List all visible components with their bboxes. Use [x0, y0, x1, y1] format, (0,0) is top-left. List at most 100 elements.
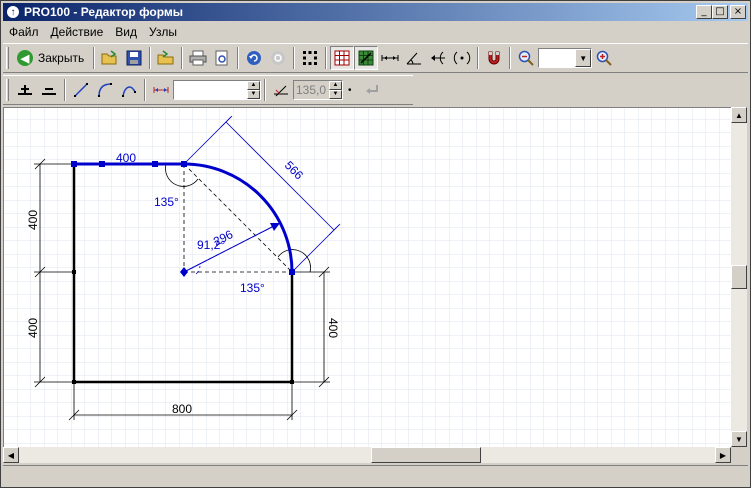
add-node-button[interactable]: [13, 78, 37, 102]
zoom-select[interactable]: ▼: [538, 48, 593, 68]
editor-window: ↑ PRO100 - Редактор формы _ □ × Файл Дей…: [0, 0, 751, 488]
menu-bar: Файл Действие Вид Узлы: [3, 22, 748, 42]
dimension-icon: [381, 55, 399, 61]
node-bottom-right: [290, 380, 294, 384]
grid-icon: [334, 50, 350, 66]
back-arrow-icon: ◀: [17, 50, 33, 66]
angle-tool-button[interactable]: [402, 46, 426, 70]
menu-nodes[interactable]: Узлы: [143, 25, 183, 39]
select-nodes-button[interactable]: [298, 46, 322, 70]
zoom-out-icon: [518, 50, 534, 66]
snap-grid-button[interactable]: [354, 46, 379, 70]
toolbar-grip[interactable]: [6, 47, 9, 69]
arc-angle-icon: [431, 51, 446, 65]
print-preview-button[interactable]: [210, 46, 234, 70]
arc-angle-button[interactable]: [426, 46, 450, 70]
zoom-in-button[interactable]: [592, 46, 616, 70]
length-input[interactable]: ▲ ▼: [173, 80, 261, 100]
window-controls: _ □ ×: [696, 5, 746, 19]
nodes-grid-icon: [303, 51, 318, 65]
chevron-down-icon[interactable]: ▼: [575, 49, 592, 67]
undo-icon: [247, 51, 262, 65]
close-editor-button[interactable]: ◀ Закрыть: [13, 46, 90, 70]
close-window-button[interactable]: ×: [730, 5, 746, 19]
angle-top-label: 135°: [154, 195, 179, 209]
spin-up-icon[interactable]: ▲: [247, 81, 260, 90]
arc-segment-button[interactable]: [93, 78, 117, 102]
open-folder-button[interactable]: [98, 46, 122, 70]
shape-drawing[interactable]: 400 566 400 400 400 800 135° 135° 296 91…: [4, 108, 731, 447]
length-spinner[interactable]: ▲ ▼: [247, 81, 260, 99]
top-edge-label: 400: [116, 151, 136, 165]
enter-arrow-icon: [365, 85, 378, 94]
angle-input[interactable]: ▲▼: [293, 80, 343, 100]
node-arc-end: [289, 269, 295, 275]
undo-button[interactable]: [242, 46, 266, 70]
toolbar-grip[interactable]: [6, 79, 9, 101]
horizontal-scrollbar[interactable]: ◀ ▶: [3, 447, 731, 463]
angle-spinner[interactable]: ▲ ▼: [329, 81, 342, 99]
minimize-button[interactable]: _: [696, 5, 712, 19]
scroll-right-icon[interactable]: ▶: [715, 447, 731, 463]
remove-node-button[interactable]: [37, 78, 61, 102]
save-button[interactable]: [122, 46, 146, 70]
scroll-up-icon[interactable]: ▲: [731, 107, 747, 123]
spin-up-icon[interactable]: ▲: [329, 81, 342, 90]
length-icon: [153, 87, 169, 93]
close-editor-label: Закрыть: [38, 51, 85, 65]
radius-icon: [454, 51, 471, 65]
magnet-icon: [488, 51, 500, 65]
grid-toggle-button[interactable]: [330, 46, 355, 70]
drawing-canvas[interactable]: 400 566 400 400 400 800 135° 135° 296 91…: [3, 107, 731, 447]
zoom-in-icon: [596, 50, 612, 66]
vertical-scroll-thumb[interactable]: [731, 265, 747, 289]
magnet-button[interactable]: [482, 46, 506, 70]
angle-suffix: •: [348, 84, 352, 96]
node-arc-start: [181, 161, 187, 167]
scroll-left-icon[interactable]: ◀: [3, 447, 19, 463]
spin-down-icon[interactable]: ▼: [247, 90, 260, 99]
angle-input-button[interactable]: [269, 78, 293, 102]
dimension-tool-button[interactable]: [378, 46, 402, 70]
menu-file[interactable]: Файл: [3, 25, 45, 39]
zoom-out-button[interactable]: [514, 46, 538, 70]
print-button[interactable]: [186, 46, 210, 70]
left-lower-label: 400: [26, 318, 40, 338]
node-top-left: [71, 161, 77, 167]
radius-tool-button[interactable]: [450, 46, 474, 70]
right-label: 400: [326, 318, 340, 338]
edit-toolbar: ▲▼ ▲▼ •: [3, 75, 413, 105]
length-field[interactable]: [174, 81, 247, 99]
spin-down-icon[interactable]: ▼: [329, 90, 342, 99]
node-left-mid: [72, 270, 76, 274]
add-node-icon: [18, 85, 32, 95]
angle-field[interactable]: [294, 81, 329, 99]
bottom-label: 800: [172, 402, 192, 416]
redo-button[interactable]: [266, 46, 290, 70]
remove-node-icon: [42, 88, 56, 95]
apply-button[interactable]: [360, 78, 384, 102]
toolbar-separator: [93, 47, 96, 69]
maximize-button[interactable]: □: [712, 5, 728, 19]
menu-view[interactable]: Вид: [109, 25, 143, 39]
vertical-scrollbar[interactable]: ▲ ▼: [731, 107, 747, 447]
curve-segment-button[interactable]: [117, 78, 141, 102]
angle-center-label: 91,2°: [197, 238, 225, 252]
line-icon: [74, 83, 88, 97]
print-preview-icon: [215, 50, 228, 66]
left-upper-label: 400: [26, 210, 40, 230]
node-top-right: [152, 161, 158, 167]
import-button[interactable]: [154, 46, 178, 70]
import-folder-icon: [157, 50, 174, 65]
redo-icon: [271, 51, 286, 65]
open-folder-icon: [101, 50, 117, 65]
line-segment-button[interactable]: [69, 78, 93, 102]
length-tool-button[interactable]: [149, 78, 173, 102]
printer-icon: [189, 50, 207, 66]
curve-icon: [122, 86, 136, 97]
scroll-down-icon[interactable]: ▼: [731, 431, 747, 447]
horizontal-scroll-thumb[interactable]: [371, 447, 481, 463]
title-bar[interactable]: ↑ PRO100 - Редактор формы _ □ ×: [3, 3, 748, 21]
node-top-mid: [99, 161, 105, 167]
menu-action[interactable]: Действие: [45, 25, 110, 39]
